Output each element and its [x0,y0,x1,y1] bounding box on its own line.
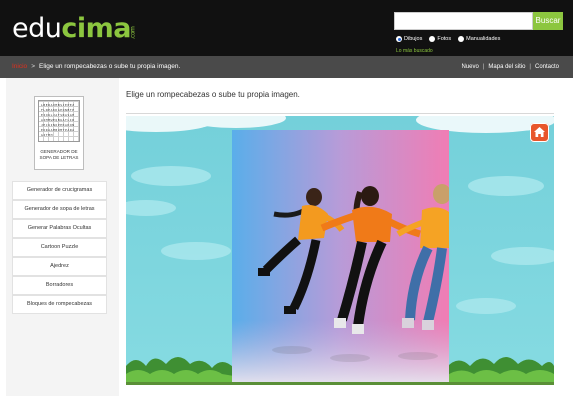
page-title: Elige un rompecabezas o sube tu propia i… [126,90,300,99]
breadcrumb-current: Elige un rompecabezas o sube tu propia i… [38,63,181,70]
nav-contacto[interactable]: Contacto [535,56,559,78]
radio-fotos[interactable]: Fotos [429,36,451,42]
title-divider [126,113,554,114]
most-searched-link[interactable]: Lo más buscado [396,48,433,54]
wordsearch-grid-thumbnail: LBERAXMBSJEPEZFLNEAKDAEQNBTPEIOULJATSRAS… [38,100,80,142]
radio-label: Manualidades [466,36,501,42]
breadcrumb-bar: Inicio > Elige un rompecabezas o sube tu p… [0,56,573,78]
breadcrumb: Inicio > Elige un rompecabezas o sube tu p… [12,56,180,78]
radio-dibujos[interactable]: Dibujos [396,36,422,42]
radio-dot[interactable] [458,36,465,42]
radio-manualidades[interactable]: Manualidades [458,36,500,42]
search-type-radios: Dibujos Fotos Manualidades [396,36,500,42]
wordsearch-generator-card[interactable]: LBERAXMBSJEPEZFLNEAKDAEQNBTPEIOULJATSRAS… [34,96,84,170]
sidebar-menu: Generador de crucigramas Generador de so… [12,181,107,314]
radio-label: Dibujos [404,36,423,42]
sidebar-item-ajedrez[interactable]: Ajedrez [12,257,107,276]
home-icon [534,127,545,137]
breadcrumb-separator: > [31,63,35,70]
wordsearch-card-title: GENERADOR DE SOPA DE LETRAS [39,149,79,160]
site-header: educima.com Buscar Dibujos Fotos Manuali… [0,0,573,56]
top-nav: Nuevo | Mapa del sitio | Contacto [461,56,559,78]
radio-label: Fotos [437,36,452,42]
radio-dot[interactable] [429,36,436,42]
logo-text-edu: edu [12,13,62,44]
sidebar-item-sopa-de-letras[interactable]: Generador de sopa de letras [12,200,107,219]
sidebar-item-borradores[interactable]: Borradores [12,276,107,295]
sidebar-item-crucigramas[interactable]: Generador de crucigramas [12,181,107,200]
puzzle-photo[interactable] [232,130,449,385]
site-logo[interactable]: educima.com [12,14,144,51]
nav-divider: | [529,64,531,70]
nav-mapa-del-sitio[interactable]: Mapa del sitio [488,56,525,78]
search-input[interactable] [394,12,533,30]
sidebar-item-bloques[interactable]: Bloques de rompecabezas [12,295,107,314]
wordsearch-letters: LBERAXMBSJEPEZFLNEAKDAEQNBTPEIOULJATSRAS… [41,103,75,137]
breadcrumb-home-link[interactable]: Inicio [12,63,27,70]
puzzle-stage[interactable] [126,116,554,385]
radio-dot-checked[interactable] [396,36,402,42]
logo-text-com: .com [129,26,137,40]
nav-nuevo[interactable]: Nuevo [461,56,478,78]
home-button[interactable] [530,123,549,142]
sidebar-item-cartoon-puzzle[interactable]: Cartoon Puzzle [12,238,107,257]
ground-strip [126,382,554,385]
nav-divider: | [482,64,485,70]
sidebar-item-palabras-ocultas[interactable]: Generar Palabras Ocultas [12,219,107,238]
dancers-photo-image [232,130,449,385]
search-button[interactable]: Buscar [533,12,563,30]
